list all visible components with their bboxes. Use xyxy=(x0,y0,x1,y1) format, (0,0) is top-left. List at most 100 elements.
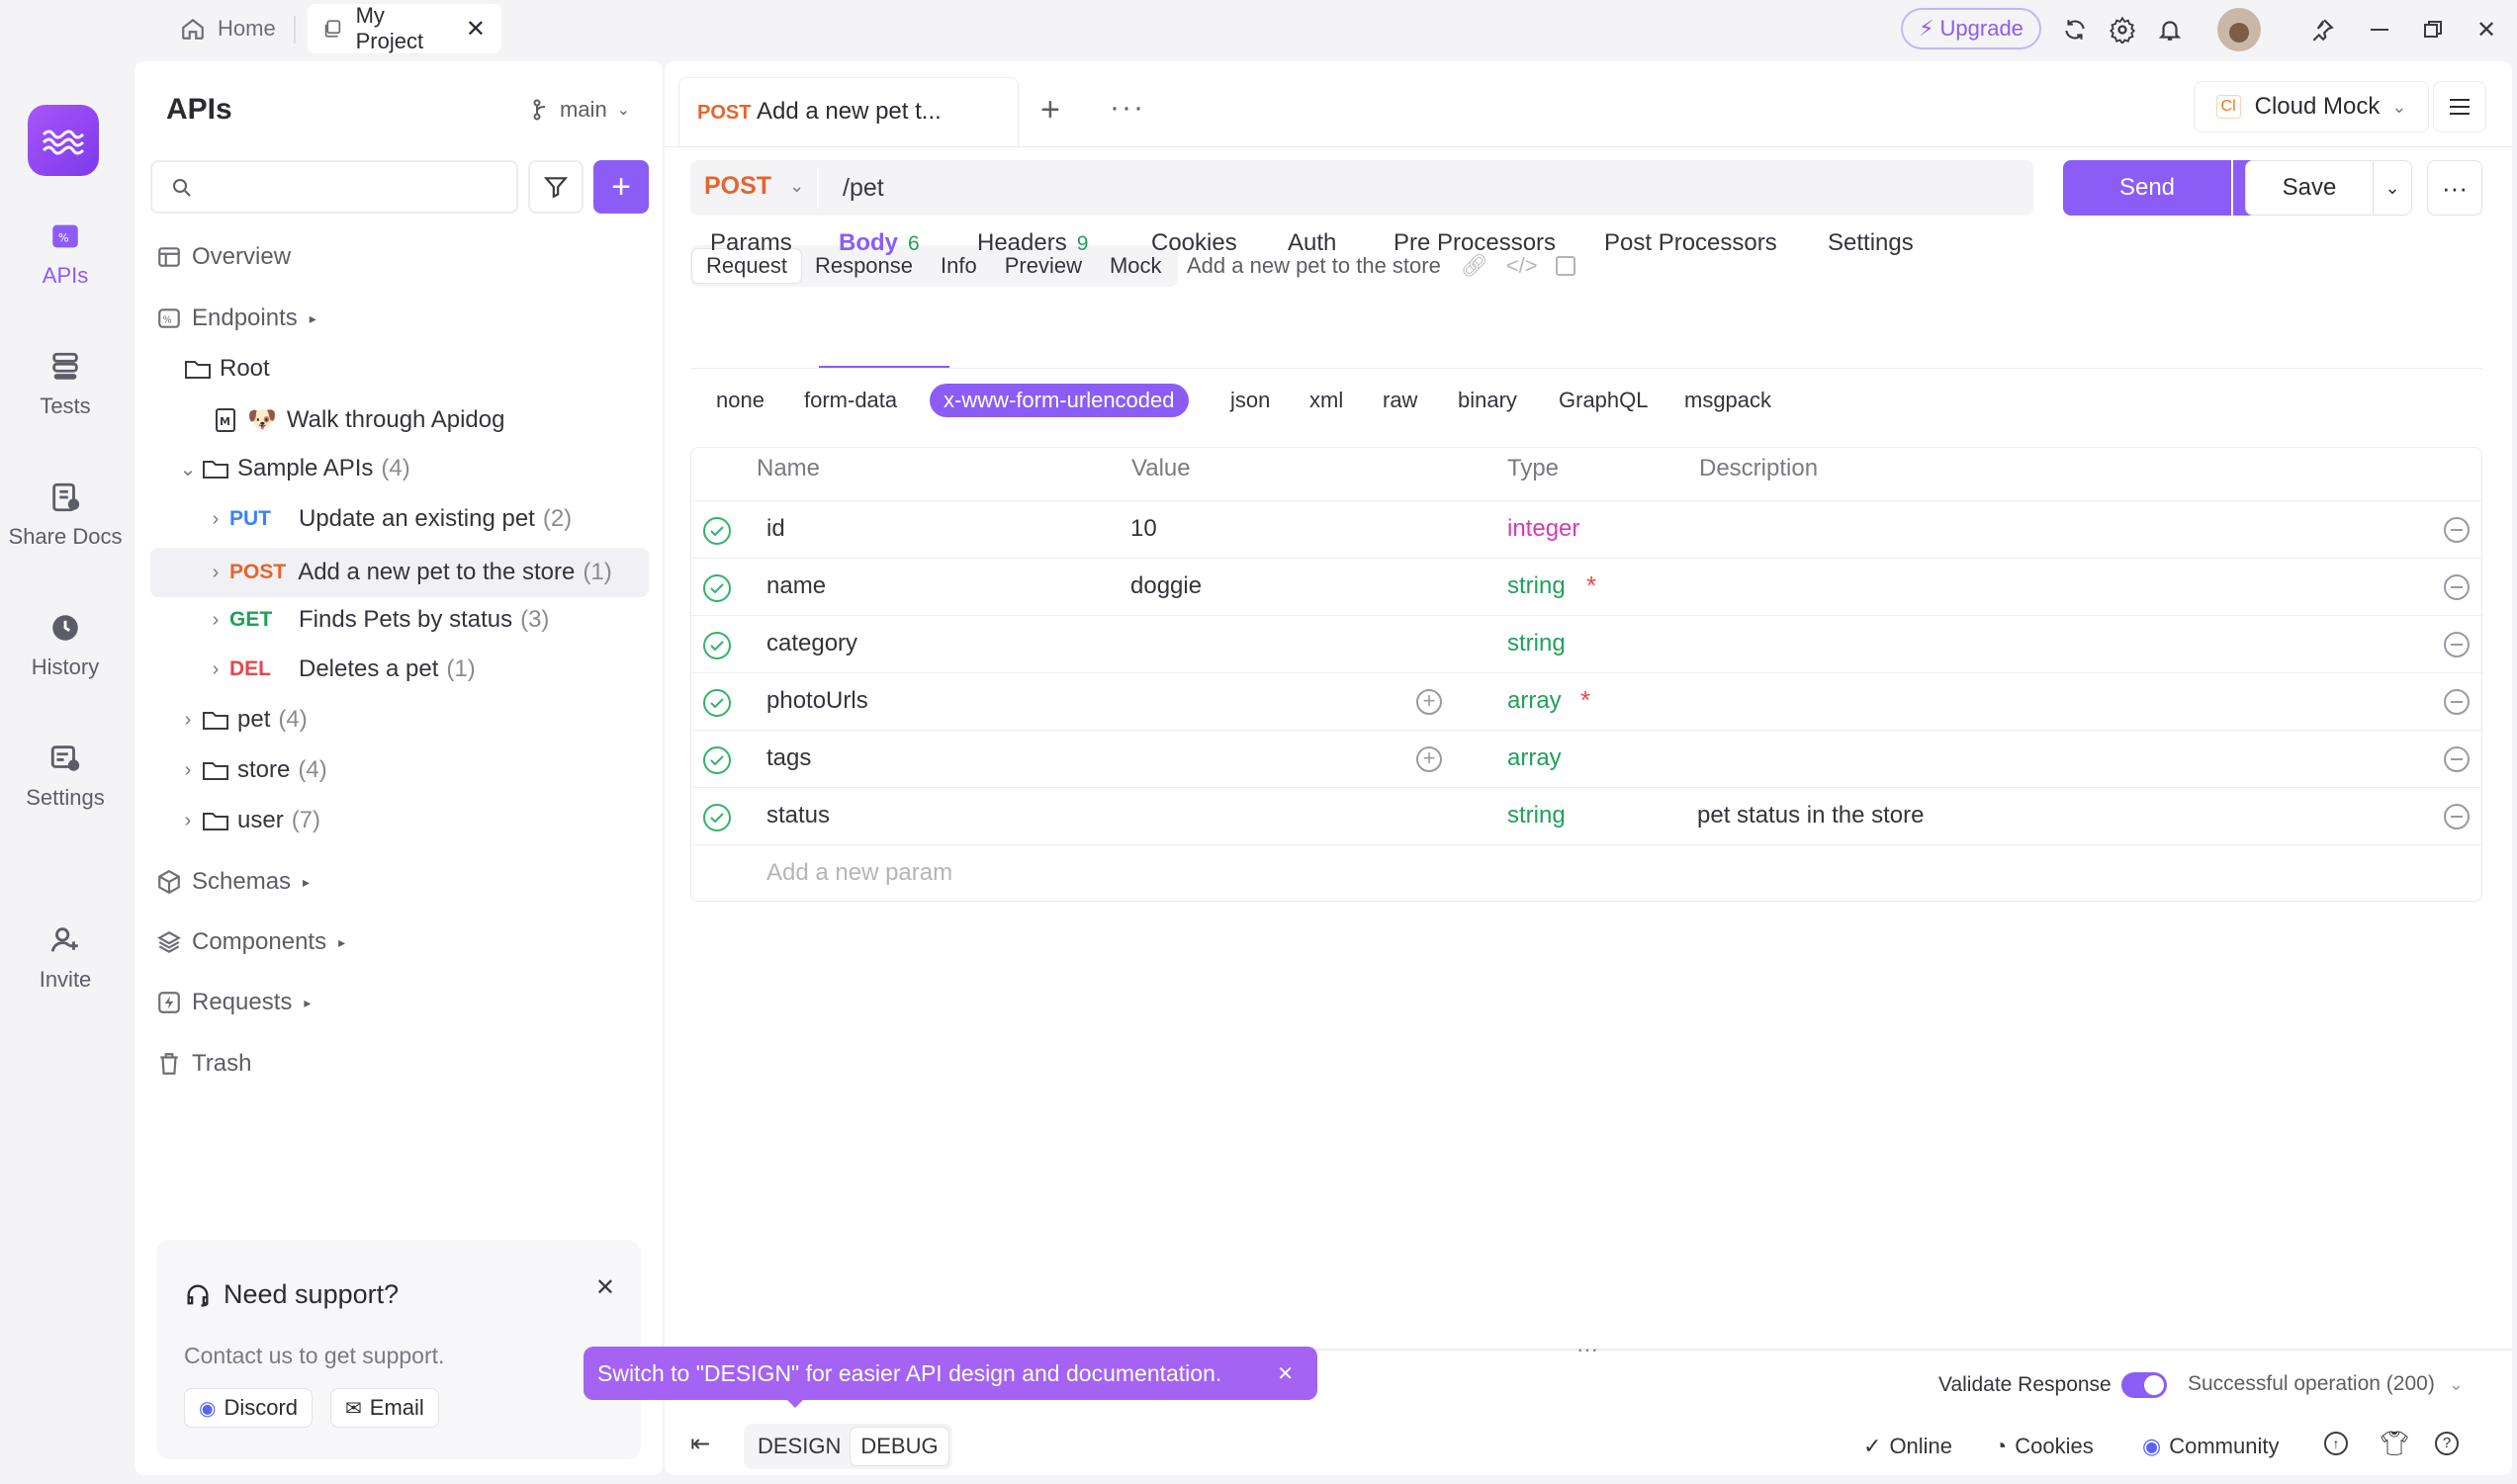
subtab-settings[interactable]: Settings xyxy=(1828,229,1914,257)
tab-home[interactable]: Home xyxy=(164,4,292,53)
remove-circle-icon[interactable] xyxy=(2444,632,2470,657)
param-type[interactable]: string xyxy=(1507,572,1566,600)
param-type[interactable]: array xyxy=(1507,687,1562,715)
method-selector[interactable]: POST ⌄ xyxy=(704,172,804,201)
check-circle-icon[interactable] xyxy=(703,746,731,774)
body-type-msgpack[interactable]: msgpack xyxy=(1670,384,1785,417)
add-circle-icon[interactable]: + xyxy=(1416,689,1442,715)
tree-endpoint-del[interactable]: › DEL Deletes a pet (1) xyxy=(202,655,476,683)
tree-components[interactable]: Components ▸ xyxy=(156,928,345,956)
tree-folder-user[interactable]: › user (7) xyxy=(174,807,320,834)
check-circle-icon[interactable] xyxy=(703,804,731,831)
more-icon[interactable]: ··· xyxy=(1110,91,1145,125)
branch-selector[interactable]: main ⌄ xyxy=(532,97,630,123)
pin-icon[interactable] xyxy=(2304,12,2340,47)
email-button[interactable]: ✉ Email xyxy=(330,1388,439,1428)
param-name[interactable]: photoUrls xyxy=(766,687,868,715)
param-type[interactable]: string xyxy=(1507,802,1566,829)
param-type[interactable]: array xyxy=(1507,744,1562,772)
rail-settings[interactable]: Settings xyxy=(0,742,131,811)
tab-my-project[interactable]: My Project ✕ xyxy=(308,3,501,53)
tree-endpoint-put[interactable]: › PUT Update an existing pet (2) xyxy=(202,505,573,533)
menu-button[interactable] xyxy=(2433,81,2486,132)
subtab-params[interactable]: Params xyxy=(710,229,792,257)
tree-endpoint-post[interactable]: › POST Add a new pet to the store (1) xyxy=(150,548,649,597)
param-description[interactable]: pet status in the store xyxy=(1697,802,1924,829)
rail-apis[interactable]: % APIs xyxy=(0,219,131,289)
send-button[interactable]: Send xyxy=(2063,160,2231,216)
body-type-json[interactable]: json xyxy=(1216,384,1284,417)
close-icon[interactable]: ✕ xyxy=(1277,1361,1294,1386)
shirt-icon[interactable]: 👕︎ xyxy=(2380,1430,2409,1458)
rail-share-docs[interactable]: Share Docs xyxy=(0,480,131,550)
table-row[interactable]: tags + array xyxy=(691,730,2481,787)
close-tab-icon[interactable]: ✕ xyxy=(466,15,486,44)
param-name[interactable]: name xyxy=(766,572,826,600)
drag-handle-icon[interactable]: ··· xyxy=(1576,1337,1598,1362)
rail-invite[interactable]: Invite xyxy=(0,923,131,993)
remove-circle-icon[interactable] xyxy=(2444,689,2470,715)
bell-icon[interactable] xyxy=(2152,12,2188,47)
table-row[interactable]: status string pet status in the store xyxy=(691,787,2481,844)
remove-circle-icon[interactable] xyxy=(2444,746,2470,772)
tree-endpoints[interactable]: % Endpoints ▸ xyxy=(156,305,316,332)
discord-button[interactable]: ◉ Discord xyxy=(184,1388,314,1428)
upload-icon[interactable]: ↑ xyxy=(2324,1432,2348,1455)
table-row[interactable]: name doggie string * xyxy=(691,558,2481,615)
save-button[interactable]: Save xyxy=(2245,160,2374,216)
upgrade-button[interactable]: ⚡ Upgrade xyxy=(1901,8,2041,49)
search-input[interactable] xyxy=(150,160,518,214)
body-type-xml[interactable]: xml xyxy=(1296,384,1357,417)
tree-requests[interactable]: Requests ▸ xyxy=(156,989,311,1016)
rail-tests[interactable]: Tests xyxy=(0,350,131,419)
table-row[interactable]: id 10 integer xyxy=(691,500,2481,558)
body-type-form-data[interactable]: form-data xyxy=(790,384,911,417)
close-icon[interactable]: ✕ xyxy=(595,1273,615,1302)
minimize-icon[interactable] xyxy=(2362,12,2397,47)
tree-walkthrough[interactable]: M 🐶 Walk through Apidog xyxy=(214,405,504,434)
body-type-binary[interactable]: binary xyxy=(1444,384,1531,417)
table-row[interactable]: category string xyxy=(691,615,2481,672)
avatar[interactable] xyxy=(2217,8,2261,51)
add-circle-icon[interactable]: + xyxy=(1416,746,1442,772)
mode-design[interactable]: DESIGN xyxy=(748,1428,851,1465)
add-param-placeholder[interactable]: Add a new param xyxy=(766,859,952,887)
body-type-graphql[interactable]: GraphQL xyxy=(1545,384,1663,417)
body-type-none[interactable]: none xyxy=(702,384,778,417)
tree-folder-store[interactable]: › store (4) xyxy=(174,756,327,784)
status-online[interactable]: ✓ Online xyxy=(1863,1434,1952,1459)
tree-folder-pet[interactable]: › pet (4) xyxy=(174,706,308,734)
tree-trash[interactable]: Trash xyxy=(156,1050,251,1078)
tree-overview[interactable]: Overview xyxy=(156,243,291,271)
body-type-raw[interactable]: raw xyxy=(1369,384,1431,417)
subtab-cookies[interactable]: Cookies xyxy=(1151,229,1237,257)
tree-schemas[interactable]: Schemas ▸ xyxy=(156,868,310,896)
remove-circle-icon[interactable] xyxy=(2444,574,2470,600)
check-circle-icon[interactable] xyxy=(703,517,731,545)
check-circle-icon[interactable] xyxy=(703,574,731,602)
param-name[interactable]: category xyxy=(766,630,857,657)
body-type-x-www-form-urlencoded[interactable]: x-www-form-urlencoded xyxy=(930,384,1189,417)
panel-toggle-icon[interactable] xyxy=(1555,256,1575,276)
table-row[interactable]: photoUrls + array * xyxy=(691,672,2481,730)
param-name[interactable]: status xyxy=(766,802,830,829)
tree-root[interactable]: Root xyxy=(184,355,270,383)
collapse-sidebar-icon[interactable]: ⇤ xyxy=(690,1430,710,1458)
new-tab-plus-icon[interactable]: + xyxy=(1040,91,1060,130)
environment-selector[interactable]: Cl Cloud Mock ⌄ xyxy=(2194,81,2429,132)
restore-icon[interactable] xyxy=(2415,12,2451,47)
remove-circle-icon[interactable] xyxy=(2444,517,2470,543)
check-circle-icon[interactable] xyxy=(703,689,731,717)
rail-history[interactable]: History xyxy=(0,611,131,680)
subtab-headers[interactable]: Headers 9 xyxy=(977,229,1088,257)
footer-community[interactable]: ◉ Community xyxy=(2142,1434,2279,1459)
refresh-icon[interactable] xyxy=(2057,12,2093,47)
param-type[interactable]: integer xyxy=(1507,515,1579,543)
gear-icon[interactable] xyxy=(2105,12,2140,47)
add-param-row[interactable]: Add a new param xyxy=(691,844,2481,900)
subtab-auth[interactable]: Auth xyxy=(1288,229,1336,257)
filter-button[interactable] xyxy=(528,160,584,214)
validate-toggle[interactable] xyxy=(2120,1372,2167,1398)
subtab-pre-processors[interactable]: Pre Processors xyxy=(1393,229,1556,257)
remove-circle-icon[interactable] xyxy=(2444,804,2470,829)
